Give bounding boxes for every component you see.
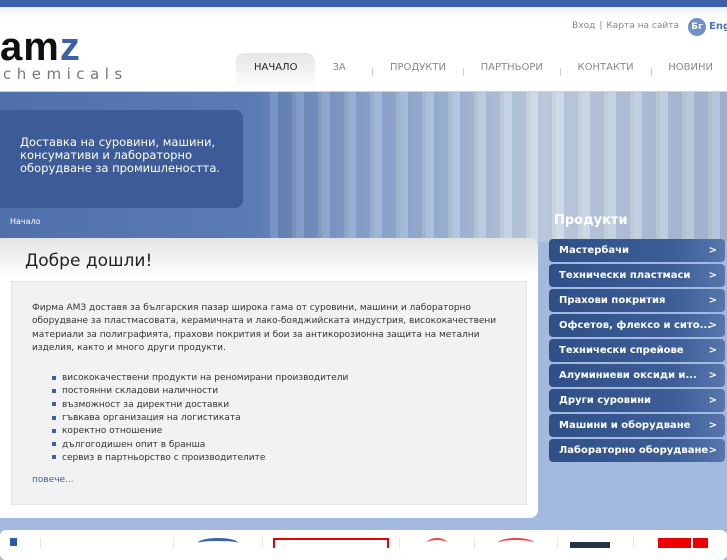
partner-logo[interactable] [633, 538, 727, 548]
list-item: постоянни складови наличности [52, 385, 506, 398]
sidebar-item-masterbatches[interactable]: Мастербачи > [549, 239, 725, 262]
factory-image [270, 92, 727, 242]
sidebar-item-technical-sprays[interactable]: Технически спрейове > [549, 339, 725, 362]
breadcrumb[interactable]: Начало [10, 217, 41, 226]
partner-logo[interactable] [0, 538, 40, 548]
sidebar-item-label: Машини и оборудване [559, 420, 691, 431]
partner-logo[interactable] [399, 538, 474, 548]
sidebar-item-aluminium-oxides[interactable]: Алуминиеви оксиди и... > [549, 364, 725, 387]
sidebar-title: Продукти [554, 213, 628, 228]
intro-text: Фирма АМЗ доставя за българския пазар ши… [32, 303, 497, 353]
lang-en-link[interactable]: Eng [709, 21, 727, 32]
nav-partners[interactable]: ПАРТНЬОРИ [464, 53, 560, 91]
chevron-right-icon: > [708, 395, 717, 406]
sidebar-item-label: Офсетов, флексо и сито... [559, 320, 711, 331]
welcome-box: Фирма АМЗ доставя за българския пазар ши… [11, 281, 527, 505]
list-item: коректно отношение [52, 425, 506, 438]
list-item: дългогодишен опит в бранша [52, 439, 506, 452]
page-title: Добре дошли! [25, 251, 153, 271]
chevron-right-icon: > [708, 295, 717, 306]
sidebar-item-label: Технически пластмаси [559, 270, 691, 281]
sidebar-item-label: Лабораторно оборудване [559, 445, 709, 456]
chevron-right-icon: > [708, 445, 717, 456]
list-item: висококачествени продукти на реномирани … [52, 372, 506, 385]
separator: | [599, 21, 603, 31]
chevron-right-icon: > [708, 420, 717, 431]
lang-bg-button[interactable]: Бг [688, 18, 706, 36]
main-nav: НАЧАЛО ЗА НАС ПРОДУКТИ ПАРТНЬОРИ КОНТАКТ… [236, 53, 727, 103]
partner-logos-strip [0, 530, 727, 560]
sidebar-item-other-raw-materials[interactable]: Други суровини > [549, 389, 725, 412]
sidebar-item-label: Мастербачи [559, 245, 629, 256]
chevron-right-icon: > [708, 320, 717, 331]
partner-logo[interactable] [474, 538, 557, 548]
partner-logo[interactable] [262, 538, 399, 548]
nav-products[interactable]: ПРОДУКТИ [373, 53, 463, 91]
sidebar-item-powder-coatings[interactable]: Прахови покрития > [549, 289, 725, 312]
chevron-right-icon: > [708, 345, 717, 356]
top-bar [0, 0, 727, 7]
nav-about[interactable]: ЗА НАС [315, 53, 372, 103]
sidebar-item-label: Технически спрейове [559, 345, 684, 356]
partner-logo[interactable] [40, 538, 173, 548]
chevron-right-icon: > [708, 370, 717, 381]
top-links: Вход | Карта на сайта [570, 21, 681, 31]
hero-tagline: Доставка на суровини, машини, консуматив… [0, 110, 243, 208]
list-item: възможност за директни доставки [52, 399, 506, 412]
features-list: висококачествени продукти на реномирани … [52, 372, 506, 465]
sidebar-item-label: Прахови покрития [559, 295, 666, 306]
more-link[interactable]: повече... [32, 475, 74, 485]
sidebar-item-offset[interactable]: Офсетов, флексо и сито... > [549, 314, 725, 337]
sitemap-link[interactable]: Карта на сайта [606, 21, 679, 31]
logo[interactable]: amz chemicals [0, 27, 128, 83]
sidebar-item-technical-plastics[interactable]: Технически пластмаси > [549, 264, 725, 287]
nav-news[interactable]: НОВИНИ [651, 53, 727, 91]
chevron-right-icon: > [708, 245, 717, 256]
list-item: сервиз в партньорство с производителите [52, 452, 506, 465]
login-link[interactable]: Вход [572, 21, 595, 31]
logo-subtitle: chemicals [3, 65, 128, 83]
sidebar-item-lab-equipment[interactable]: Лабораторно оборудване > [549, 439, 725, 462]
sidebar-item-label: Други суровини [559, 395, 652, 406]
list-item: гъвкава организация на логистиката [52, 412, 506, 425]
header: amz chemicals Вход | Карта на сайта Бг Eng… [0, 7, 727, 103]
nav-home[interactable]: НАЧАЛО [236, 53, 316, 91]
sidebar-item-machines[interactable]: Машини и оборудване > [549, 414, 725, 437]
logo-text: am [0, 25, 60, 69]
partner-logo[interactable] [173, 538, 262, 548]
partner-logo[interactable] [557, 538, 633, 548]
chevron-right-icon: > [708, 270, 717, 281]
sidebar-item-label: Алуминиеви оксиди и... [559, 370, 697, 381]
main-content: Добре дошли! Фирма АМЗ доставя за българ… [0, 238, 538, 518]
nav-contacts[interactable]: КОНТАКТИ [560, 53, 650, 91]
logo-accent: z [59, 25, 81, 69]
